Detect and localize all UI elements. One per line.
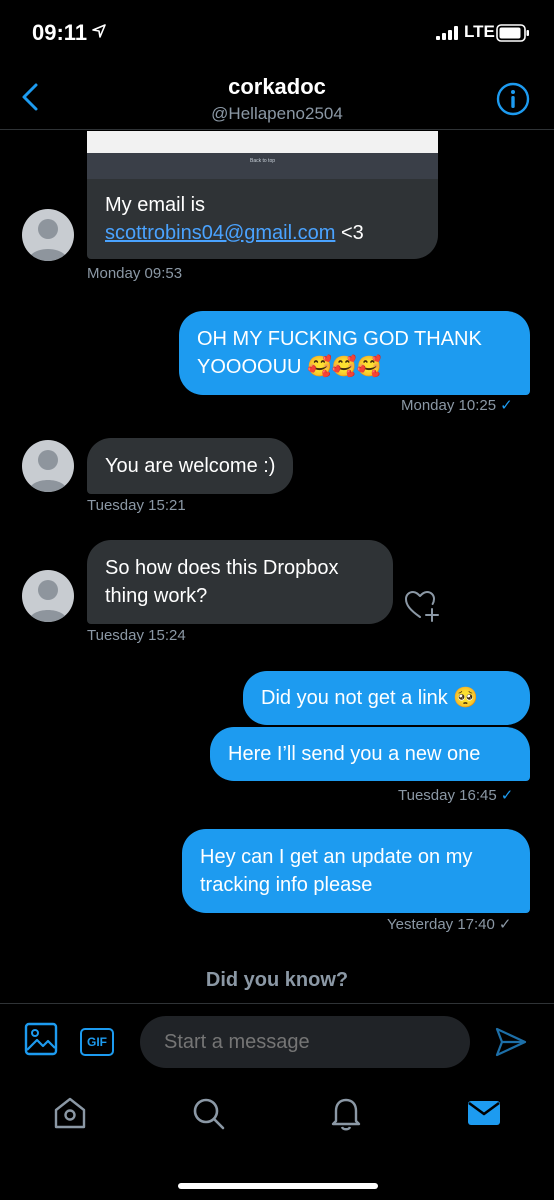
- message-line: YOOOOUU 🥰🥰🥰: [197, 356, 382, 378]
- message-timestamp: Tuesday 16:45 ✓: [398, 786, 513, 804]
- message-bubble-incoming[interactable]: You are welcome :): [87, 438, 294, 494]
- timestamp-text: Monday 10:25: [401, 397, 497, 414]
- message-bubble-outgoing[interactable]: OH MY FUCKING GOD THANK YOOOOUU 🥰🥰🥰: [179, 311, 530, 395]
- battery-icon: [496, 24, 530, 47]
- search-icon[interactable]: [188, 1093, 228, 1133]
- send-icon[interactable]: [494, 1026, 528, 1063]
- message-composer: GIF: [0, 1003, 554, 1079]
- message-bubble-outgoing[interactable]: Did you not get a link 🥺: [243, 671, 530, 725]
- timestamp-text: Yesterday 17:40: [387, 916, 495, 933]
- info-icon[interactable]: [496, 82, 530, 116]
- image-caption: Back to top: [249, 158, 275, 164]
- location-arrow-icon: [92, 24, 106, 43]
- signal-icon: [436, 26, 460, 45]
- message-timestamp: Tuesday 15:24: [87, 627, 186, 644]
- attached-image[interactable]: Back to top: [87, 131, 438, 179]
- sent-check-icon: ✓: [498, 916, 512, 933]
- network-type: LTE: [464, 22, 495, 41]
- heart-add-icon[interactable]: [404, 589, 440, 628]
- did-you-know-heading[interactable]: Did you know?: [0, 969, 554, 992]
- message-text: My email is scottrobins04@gmail.com <3: [105, 191, 364, 247]
- message-line: thing work?: [105, 585, 208, 607]
- message-text-prefix: My email is: [105, 194, 206, 216]
- message-bubble-incoming[interactable]: So how does this Dropbox thing work?: [87, 540, 393, 624]
- tab-bar: [0, 1079, 554, 1200]
- read-check-icon: ✓: [500, 397, 513, 414]
- avatar[interactable]: [22, 570, 74, 622]
- avatar[interactable]: [22, 209, 74, 261]
- image-header-strip: [87, 131, 438, 153]
- conversation-name[interactable]: corkadoc: [0, 74, 554, 100]
- message-line: Hey can I get an update on my: [200, 846, 473, 868]
- image-icon[interactable]: [24, 1022, 58, 1061]
- home-icon[interactable]: [50, 1093, 90, 1133]
- bell-icon[interactable]: [326, 1093, 366, 1133]
- conversation-header: corkadoc @Hellapeno2504: [0, 64, 554, 130]
- message-line: So how does this Dropbox: [105, 557, 339, 579]
- avatar[interactable]: [22, 440, 74, 492]
- message-timestamp: Monday 09:53: [87, 265, 183, 282]
- message-bubble-outgoing[interactable]: Here I’ll send you a new one: [210, 727, 530, 781]
- message-timestamp: Tuesday 15:21: [87, 497, 186, 514]
- message-input[interactable]: [140, 1016, 470, 1068]
- timestamp-text: Tuesday 16:45: [398, 787, 497, 804]
- conversation-handle: @Hellapeno2504: [211, 104, 343, 123]
- message-line: tracking info please: [200, 874, 373, 896]
- image-footer-bar: [87, 153, 438, 179]
- gif-icon[interactable]: GIF: [80, 1028, 114, 1056]
- home-indicator[interactable]: [178, 1183, 378, 1189]
- mail-icon[interactable]: [464, 1093, 504, 1133]
- message-timestamp: Yesterday 17:40 ✓: [387, 915, 511, 933]
- read-check-icon: ✓: [500, 787, 514, 804]
- message-bubble-incoming[interactable]: Back to top My email is scottrobins04@gm…: [87, 131, 438, 259]
- message-line: You are welcome :): [105, 455, 276, 477]
- message-line: OH MY FUCKING GOD THANK: [197, 328, 482, 350]
- status-time: 09:11: [32, 20, 88, 45]
- message-bubble-outgoing[interactable]: Hey can I get an update on my tracking i…: [182, 829, 530, 913]
- status-bar: 09:11 LTE: [0, 0, 554, 64]
- message-timestamp: Monday 10:25 ✓: [401, 396, 513, 414]
- message-thread[interactable]: Back to top My email is scottrobins04@gm…: [0, 131, 554, 1003]
- message-line: Did you not get a link 🥺: [261, 687, 479, 709]
- message-line: Here I’ll send you a new one: [228, 743, 481, 765]
- email-link[interactable]: scottrobins04@gmail.com: [105, 222, 335, 244]
- message-text-suffix: <3: [335, 222, 364, 244]
